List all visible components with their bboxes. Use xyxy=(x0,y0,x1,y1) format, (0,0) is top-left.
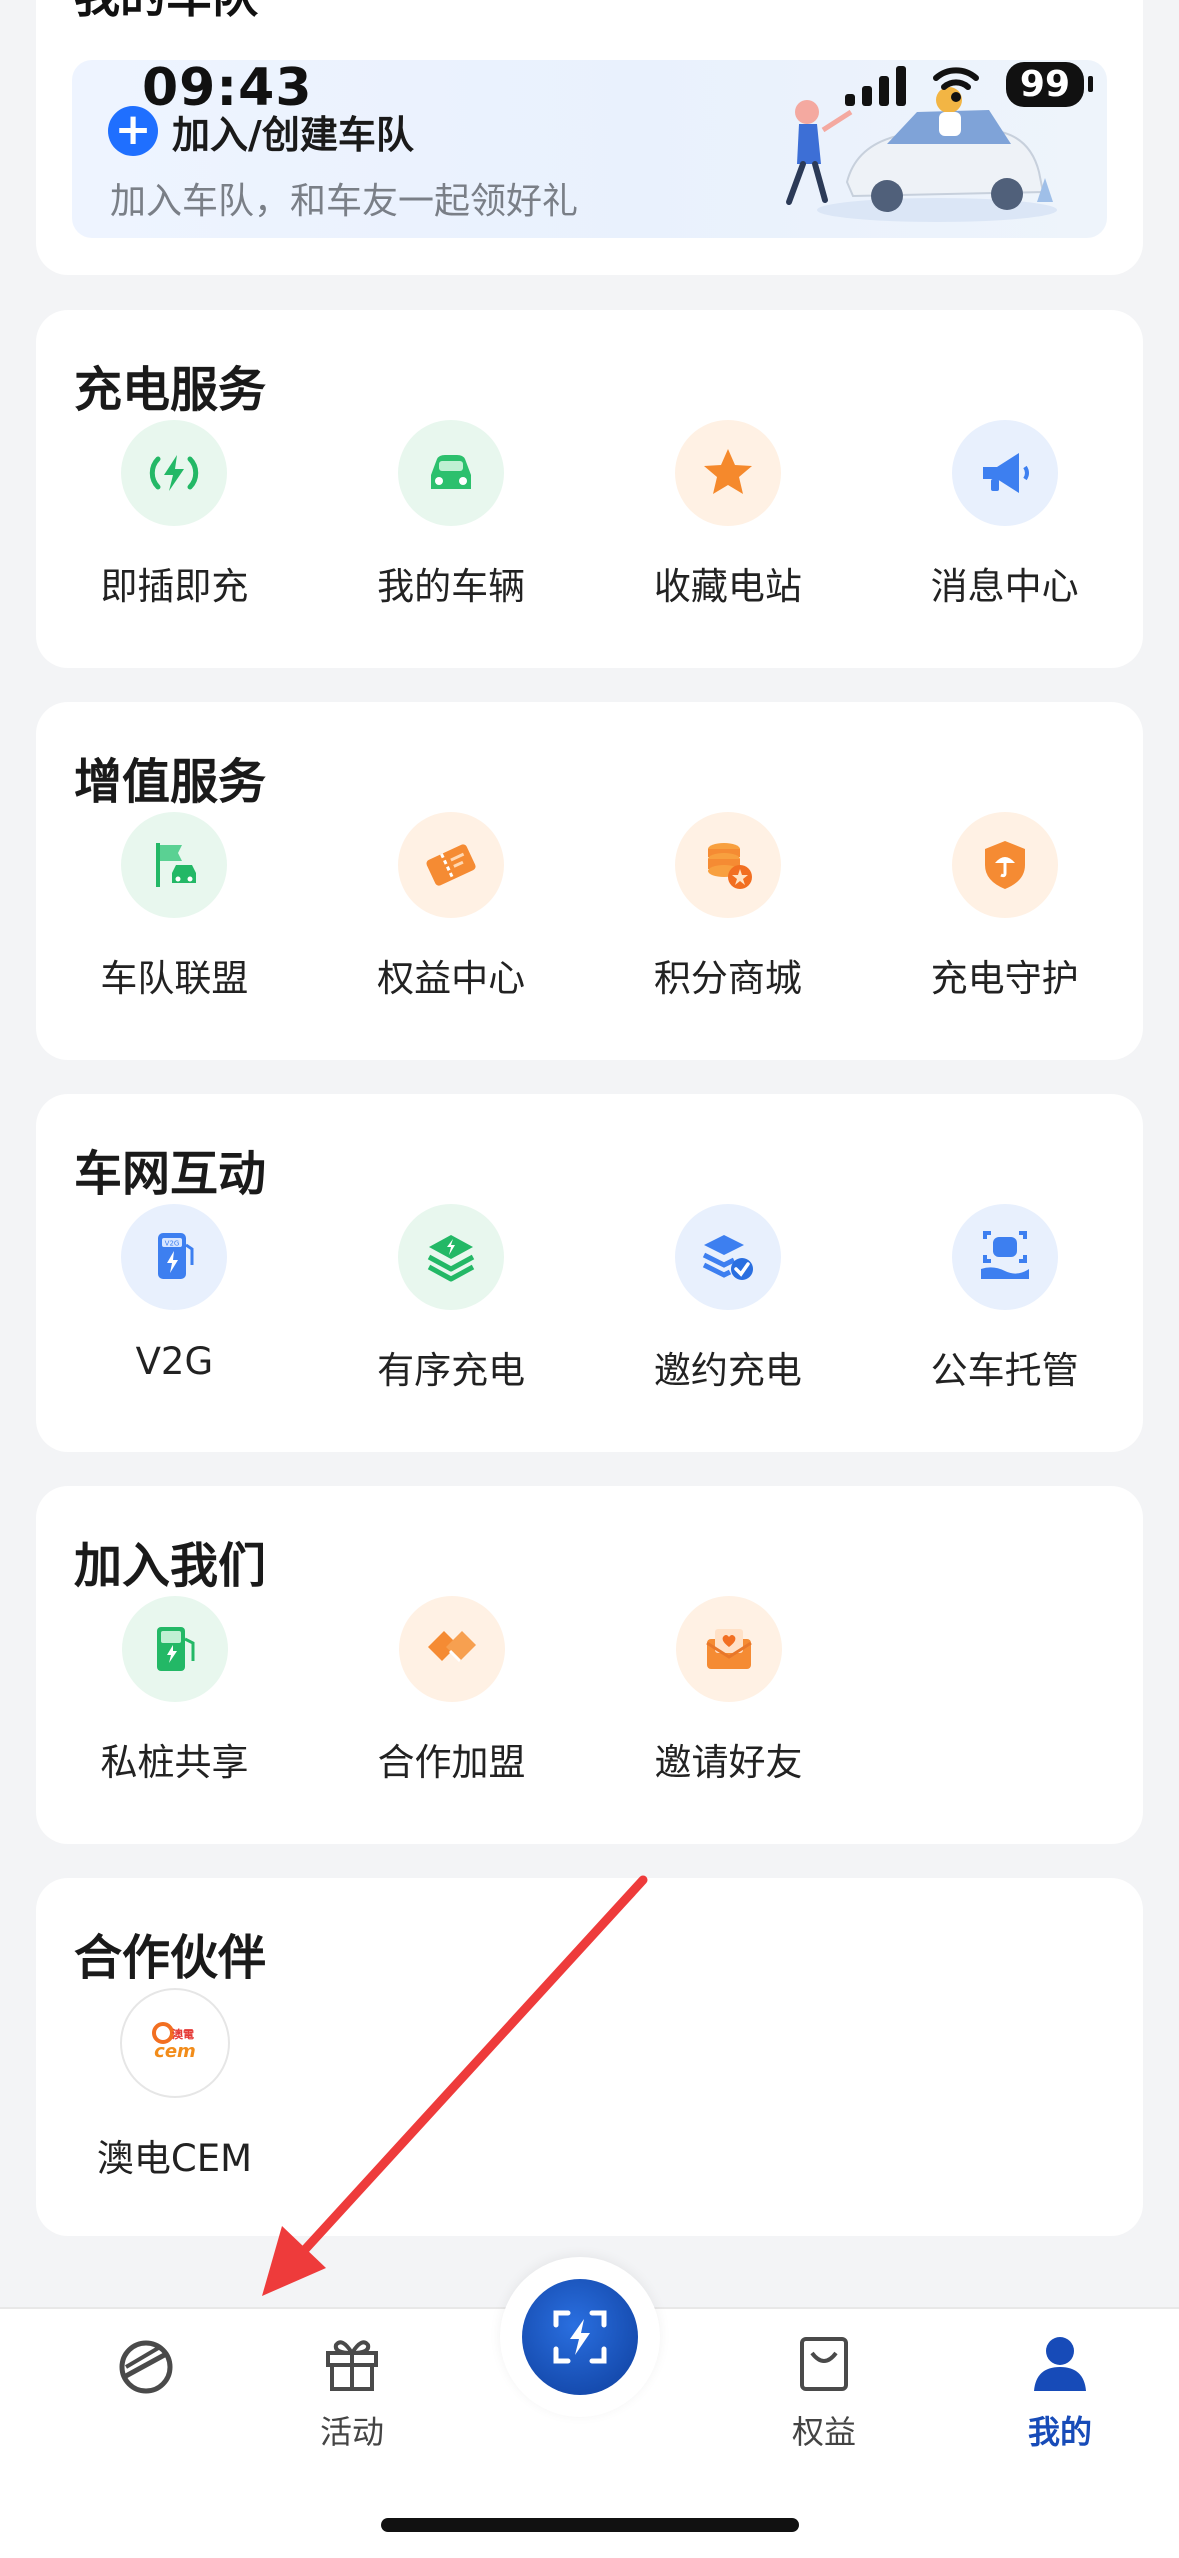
svg-text:澳電: 澳電 xyxy=(172,2027,194,2041)
car-icon xyxy=(398,420,505,526)
scan-charge-button-wrap xyxy=(500,2257,660,2417)
nav-tab-mine[interactable]: 我的 xyxy=(980,2329,1140,2453)
menu-item-invite-charging[interactable]: 邀约充电 xyxy=(590,1204,867,1394)
user-icon xyxy=(1034,2337,1086,2391)
menu-item-label: 收藏电站 xyxy=(653,565,802,608)
fleet-section-title: 我的车队 xyxy=(74,0,258,26)
menu-item-ordered-charging[interactable]: 有序充电 xyxy=(313,1204,590,1394)
svg-text:cem: cem xyxy=(154,2041,196,2062)
menu-item-v2g[interactable]: V2G V2G xyxy=(36,1204,313,1394)
plug-charge-icon xyxy=(121,420,228,526)
menu-item-plug-charge[interactable]: 即插即充 xyxy=(36,420,313,610)
nav-tab-label: 我的 xyxy=(1027,2413,1092,2451)
menu-item-label: 公车托管 xyxy=(930,1349,1079,1392)
star-icon xyxy=(674,420,781,526)
section-title: 车网互动 xyxy=(74,1146,267,1202)
menu-item-label: 权益中心 xyxy=(377,957,526,1000)
menu-item-rights-center[interactable]: 权益中心 xyxy=(313,812,590,1002)
partner-item-cem[interactable]: 澳電 cem 澳电CEM xyxy=(36,1988,313,2182)
section-card-charging: 充电服务 即插即充 我的车辆 收藏电站 消息中心 xyxy=(36,310,1143,668)
menu-item-label: 即插即充 xyxy=(100,565,249,608)
section-title: 加入我们 xyxy=(74,1538,267,1594)
nav-tab-activity[interactable]: 活动 xyxy=(272,2329,432,2453)
status-icons: 99 xyxy=(844,62,1094,107)
menu-item-label: 充电守护 xyxy=(930,957,1079,1000)
nav-tab-label: 活动 xyxy=(319,2413,384,2451)
menu-item-points-mall[interactable]: 积分商城 xyxy=(590,812,867,1002)
section-card-partners: 合作伙伴 澳電 cem 澳电CEM xyxy=(36,1878,1143,2236)
envelope-heart-icon xyxy=(675,1596,782,1702)
battery-indicator: 99 xyxy=(1005,62,1094,107)
coins-icon xyxy=(674,812,781,918)
menu-item-label: 我的车辆 xyxy=(377,565,526,608)
menu-item-label: 邀约充电 xyxy=(653,1349,802,1392)
section-title: 增值服务 xyxy=(74,754,267,810)
planet-icon xyxy=(119,2340,173,2394)
gift-icon xyxy=(326,2340,378,2391)
join-fleet-subtitle: 加入车队，和车友一起领好礼 xyxy=(110,181,579,222)
cem-logo: 澳電 cem xyxy=(119,1988,230,2098)
ticket-icon xyxy=(398,812,505,918)
invite-charge-icon xyxy=(674,1204,781,1310)
nav-tab-label: 权益 xyxy=(791,2413,856,2451)
home-indicator xyxy=(381,2518,799,2532)
menu-item-message-center[interactable]: 消息中心 xyxy=(866,420,1143,610)
scan-charge-button[interactable] xyxy=(522,2279,638,2395)
menu-item-private-pile-share[interactable]: 私桩共享 xyxy=(36,1596,313,1786)
menu-item-label: 邀请好友 xyxy=(654,1741,803,1784)
menu-item-partnership[interactable]: 合作加盟 xyxy=(313,1596,590,1786)
menu-item-label: 有序充电 xyxy=(377,1349,526,1392)
nav-tab-rights[interactable]: 权益 xyxy=(744,2329,904,2453)
menu-item-label: 澳电CEM xyxy=(96,2137,253,2180)
bag-icon xyxy=(800,2337,848,2391)
fleet-card: 我的车队 + 加入/创建车队 加入车队，和车友一起领好礼 xyxy=(36,0,1143,275)
svg-text:V2G: V2G xyxy=(165,1240,180,1248)
menu-item-charge-guard[interactable]: 充电守护 xyxy=(866,812,1143,1002)
menu-item-label: 积分商城 xyxy=(653,957,802,1000)
fleet-flag-icon xyxy=(121,812,228,918)
layers-icon xyxy=(398,1204,505,1310)
section-title: 充电服务 xyxy=(74,362,267,418)
menu-item-my-vehicle[interactable]: 我的车辆 xyxy=(313,420,590,610)
wifi-icon xyxy=(932,66,979,102)
shield-umbrella-icon xyxy=(951,812,1058,918)
section-card-v2g: 车网互动 V2G V2G 有序充电 邀约充电 公车托管 xyxy=(36,1094,1143,1452)
v2g-station-icon: V2G xyxy=(121,1204,228,1310)
signal-icon xyxy=(844,64,906,106)
menu-item-label: 合作加盟 xyxy=(377,1741,526,1784)
menu-item-invite-friends[interactable]: 邀请好友 xyxy=(590,1596,867,1786)
megaphone-icon xyxy=(951,420,1058,526)
face-scan-icon xyxy=(951,1204,1058,1310)
status-time: 09:43 xyxy=(142,58,313,118)
menu-item-fleet-alliance[interactable]: 车队联盟 xyxy=(36,812,313,1002)
handshake-icon xyxy=(398,1596,505,1702)
menu-item-favorite-stations[interactable]: 收藏电站 xyxy=(590,420,867,610)
menu-item-label: V2G xyxy=(135,1340,214,1383)
menu-item-label: 消息中心 xyxy=(930,565,1079,608)
section-title: 合作伙伴 xyxy=(74,1930,267,1986)
nav-tab-home[interactable] xyxy=(66,2329,226,2407)
section-card-value-added: 增值服务 车队联盟 权益中心 积分商城 充电守护 xyxy=(36,702,1143,1060)
menu-item-label: 私桩共享 xyxy=(100,1741,249,1784)
menu-item-fleet-custody[interactable]: 公车托管 xyxy=(866,1204,1143,1394)
scan-charge-icon xyxy=(553,2310,607,2364)
private-pile-icon xyxy=(121,1596,228,1702)
section-card-join-us: 加入我们 私桩共享 合作加盟 邀请好友 xyxy=(36,1486,1143,1844)
menu-item-label: 车队联盟 xyxy=(100,957,249,1000)
